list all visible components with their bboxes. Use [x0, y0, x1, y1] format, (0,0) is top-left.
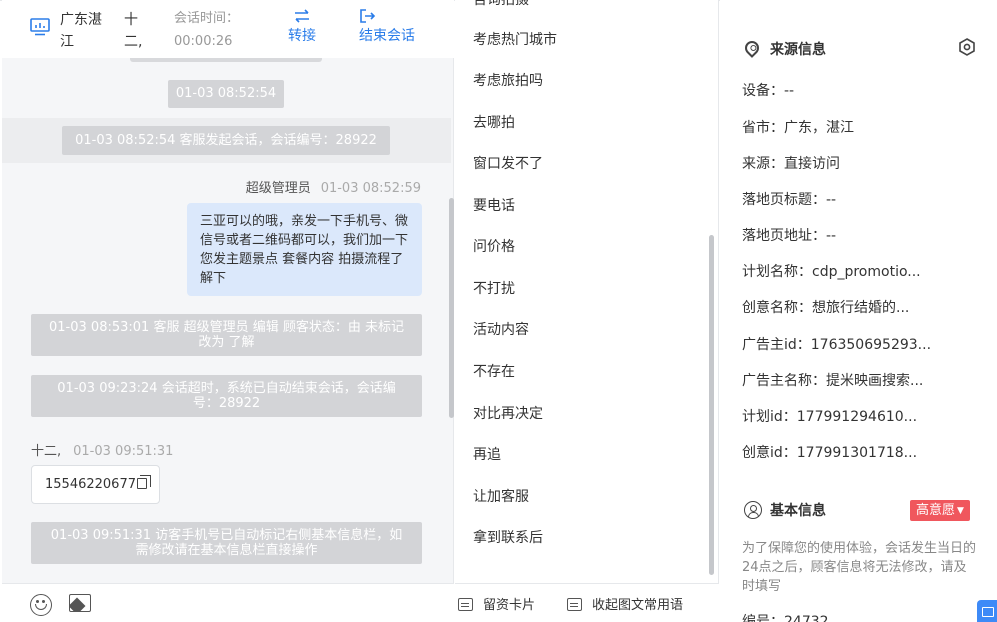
- agent-message-bubble: 三亚可以的哦，亲发一下手机号、微信号或者二维码都可以，我们加一下您发主题景点 套…: [187, 203, 422, 296]
- info-row-landing-url: 落地页地址：--: [742, 228, 837, 244]
- quick-reply-item[interactable]: 再追: [473, 445, 501, 465]
- info-row-advertiser-name: 广告主名称：提米映画搜索...: [742, 373, 924, 389]
- transfer-icon: [295, 9, 309, 23]
- visitor-location: 广东湛江: [60, 12, 102, 50]
- visitor-message-bubble: 15546220677: [31, 465, 160, 504]
- system-message-start: 01-03 08:52:54 客服发起会话，会话编号：28922: [62, 126, 390, 155]
- info-row-plan-id: 计划id：177991294610...: [742, 409, 918, 425]
- visitor-name: 十二,: [124, 12, 143, 50]
- monitor-chart-icon: [30, 18, 50, 36]
- agent-name: 超级管理员: [245, 181, 311, 196]
- visitor-message-text: 15546220677: [45, 477, 136, 492]
- end-session-button[interactable]: 结束会话: [359, 6, 415, 46]
- chat-header: 广东湛江 十二, 会话时间： 00:00:26 转接 结束会话: [2, 0, 454, 58]
- quick-reply-item[interactable]: 去哪拍: [473, 113, 515, 133]
- collapse-phrases-button[interactable]: 收起图文常用语: [567, 598, 683, 614]
- info-row-creative-name: 创意名称：想旅行结婚的...: [742, 300, 910, 316]
- system-message-phone: 01-03 09:51:31 访客手机号已自动标记右侧基本信息栏，如需修改请在基…: [31, 522, 422, 564]
- smile-icon[interactable]: [30, 594, 52, 616]
- info-row-advertiser-id: 广告主id：176350695293...: [742, 337, 932, 353]
- quick-reply-item[interactable]: 活动内容: [473, 320, 529, 340]
- quick-reply-item[interactable]: 不存在: [473, 362, 515, 382]
- transfer-button[interactable]: 转接: [288, 6, 316, 46]
- system-time-chip: 01-03 08:52:54: [168, 80, 284, 108]
- info-row-province: 省市：广东，湛江: [742, 120, 854, 136]
- quick-reply-item[interactable]: 考虑旅拍吗: [473, 71, 543, 91]
- chat-panel: 广东湛江 十二, 会话时间： 00:00:26 转接 结束会话 01-03 08…: [2, 0, 454, 622]
- info-row-number: 编号：24732: [742, 614, 829, 622]
- basic-info-title: 基本信息: [770, 503, 826, 519]
- agent-message-time: 01-03 08:52:59: [320, 181, 421, 196]
- quick-reply-item[interactable]: 拿到联系后: [473, 528, 543, 548]
- copy-icon[interactable]: [136, 475, 151, 489]
- quick-replies-panel: 咨询拍摄 考虑热门城市 考虑旅拍吗 去哪拍 窗口发不了 要电话 问价格 不打扰 …: [455, 0, 719, 622]
- quick-reply-item[interactable]: 不打扰: [473, 279, 515, 299]
- quick-reply-item[interactable]: 让加客服: [473, 487, 529, 507]
- quick-reply-item[interactable]: 对比再决定: [473, 404, 543, 424]
- info-row-device: 设备：--: [742, 83, 795, 99]
- chat-scrollbar[interactable]: [449, 198, 454, 418]
- info-row-plan-name: 计划名称：cdp_promotio...: [742, 264, 921, 280]
- image-icon[interactable]: [69, 594, 91, 612]
- quick-reply-partial[interactable]: 咨询拍摄: [473, 0, 529, 10]
- agent-message-meta: 超级管理员 01-03 08:52:59: [246, 177, 421, 196]
- quick-reply-item[interactable]: 考虑热门城市: [473, 30, 557, 50]
- intent-level-dropdown[interactable]: 高意愿 ▼: [910, 500, 970, 521]
- card-icon: [458, 598, 473, 611]
- info-row-source: 来源：直接访问: [742, 156, 840, 172]
- exit-icon: [360, 9, 376, 23]
- visitor-message-time: 01-03 09:51:31: [73, 444, 174, 459]
- info-row-creative-id: 创意id：177991301718...: [742, 445, 918, 461]
- source-info-title: 来源信息: [770, 42, 826, 58]
- message-list-icon: [567, 598, 582, 611]
- quick-reply-item[interactable]: 窗口发不了: [473, 154, 543, 174]
- chat-input-toolbar: [2, 583, 454, 622]
- intent-level-label: 高意愿: [916, 503, 956, 518]
- hexagon-settings-icon[interactable]: [958, 38, 976, 56]
- system-message-edit: 01-03 08:53:01 客服 超级管理员 编辑 顾客状态：由 未标记 改为…: [31, 314, 422, 356]
- transfer-label: 转接: [288, 28, 316, 44]
- user-icon: [744, 501, 762, 519]
- quick-replies-scrollbar[interactable]: [709, 235, 714, 575]
- floating-message-icon[interactable]: [977, 600, 997, 622]
- session-time-value: 00:00:26: [174, 34, 233, 49]
- edit-deadline-notice: 为了保障您的使用体验，会话发生当日的24点之后，顾客信息将无法修改，请及时填写: [742, 541, 977, 594]
- customer-info-panel: 来源信息 设备：-- 省市：广东，湛江 来源：直接访问 落地页标题：-- 落地页…: [720, 0, 997, 622]
- info-row-landing-title: 落地页标题：--: [742, 192, 837, 208]
- location-pin-icon: [742, 38, 762, 58]
- quick-replies-toolbar: 留资卡片 收起图文常用语: [455, 583, 719, 622]
- quick-reply-item[interactable]: 要电话: [473, 196, 515, 216]
- system-message-timeout: 01-03 09:23:24 会话超时，系统已自动结束会话，会话编号：28922: [31, 375, 422, 417]
- quick-reply-item[interactable]: 问价格: [473, 237, 515, 257]
- lead-card-button[interactable]: 留资卡片: [458, 598, 535, 614]
- end-session-label: 结束会话: [359, 28, 415, 44]
- visitor-message-meta: 十二, 01-03 09:51:31: [31, 440, 173, 459]
- caret-down-icon: ▼: [957, 506, 964, 516]
- session-time-label: 会话时间：: [174, 11, 240, 26]
- lead-card-label: 留资卡片: [483, 598, 536, 613]
- visitor-message-name: 十二,: [31, 444, 62, 459]
- collapse-phrases-label: 收起图文常用语: [592, 598, 684, 613]
